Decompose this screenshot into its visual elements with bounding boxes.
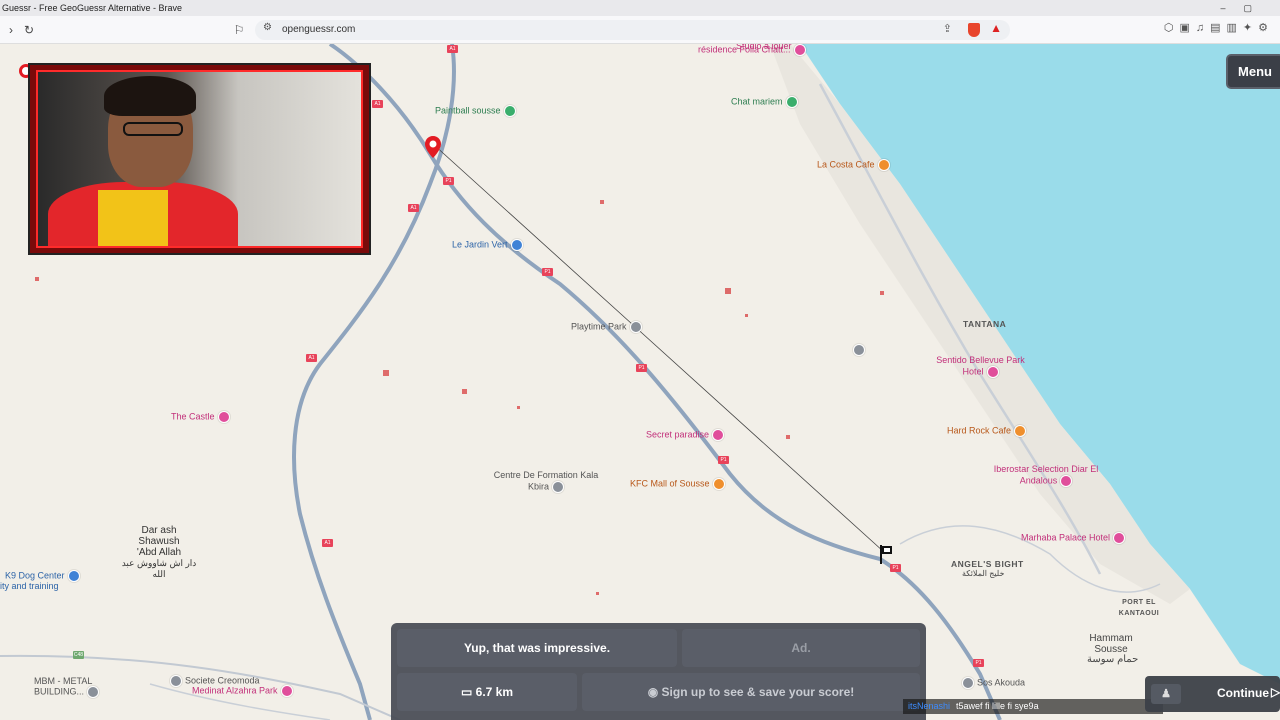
hotel-icon [1060, 475, 1073, 487]
guess-pin-icon [425, 136, 441, 158]
place-hammam-sousse: Hammam Sousse [1089, 633, 1133, 655]
result-panel: Yup, that was impressive. Ad. ▭ 6.7 km ◉… [391, 623, 926, 720]
bookmark-icon[interactable]: ⚐ [230, 21, 248, 39]
extension-icons[interactable]: ⬡▣♫▤▥✦⚙ [1164, 21, 1274, 34]
poi-paintball-sousse[interactable]: Paintball sousse [435, 105, 516, 117]
poi-the-castle[interactable]: The Castle [171, 411, 230, 423]
road-label: P1 [890, 564, 901, 572]
distance-value: 6.7 km [475, 685, 514, 699]
place-angels-bight-ar: خليج الملائكة [962, 569, 1005, 578]
menu-button[interactable]: Menu [1226, 54, 1280, 89]
site-info-icon[interactable]: ⚙ [263, 22, 272, 33]
pegman-icon[interactable]: ♟ [1151, 684, 1181, 704]
road-label: P1 [542, 268, 553, 276]
address-bar[interactable]: ⚙ openguessr.com ⇪ ▲ [255, 20, 1010, 40]
poi-centre-formation[interactable]: Centre De Formation Kala Kbira [490, 470, 602, 493]
poi-k9-sub: ity and training [0, 581, 59, 591]
poi-residence-folla[interactable]: résidence Folla Chatt... [698, 44, 806, 56]
poi-secret-paradise[interactable]: Secret paradise [646, 429, 725, 441]
poi-iberostar[interactable]: Iberostar Selection Diar El Andalous [990, 464, 1102, 487]
hotel-icon [280, 685, 293, 697]
leisure-icon [785, 96, 798, 108]
park-icon [629, 321, 642, 333]
webcam-frame [36, 70, 363, 248]
place-port-el-kantaoui: PORT EL KANTAOUI [1118, 599, 1160, 617]
poi-la-costa-cafe[interactable]: La Costa Cafe [817, 159, 890, 171]
road-label: P1 [973, 659, 984, 667]
poi-kfc-mall[interactable]: KFC Mall of Sousse [630, 478, 725, 490]
streamer-glasses [123, 122, 183, 136]
road-label: P1 [443, 177, 454, 185]
window-title-bar: Guessr - Free GeoGuessr Alternative - Br… [0, 0, 1280, 16]
hotel-icon [217, 411, 230, 423]
url-text[interactable]: openguessr.com [282, 24, 355, 35]
road-label: A1 [408, 204, 419, 212]
shop-icon [510, 239, 523, 251]
road-label: A1 [306, 354, 317, 362]
road-label: P1 [636, 364, 647, 372]
cafe-icon [1014, 425, 1027, 437]
play-icon: ▷ [1271, 685, 1280, 699]
continue-label: Continue [1217, 686, 1269, 700]
poi-medinat-alzahra[interactable]: Medinat Alzahra Park [192, 685, 293, 697]
result-message: Yup, that was impressive. [397, 629, 677, 667]
poi-chat-mariem[interactable]: Chat mariem [731, 96, 798, 108]
screen: Guessr - Free GeoGuessr Alternative - Br… [0, 0, 1280, 720]
place-dar-ash: Dar ash Shawush 'Abd Allah [136, 525, 182, 558]
road-label: P1 [718, 456, 729, 464]
chat-message: t5awef fi lille fi sye9a [956, 701, 1039, 711]
chat-username: itsNenashi [908, 701, 951, 711]
place-hammam-sousse-ar: حمام سوسة [1087, 654, 1139, 665]
actual-location-flag-icon [878, 544, 894, 564]
user-icon: ◉ [647, 685, 662, 699]
factory-icon [170, 675, 182, 687]
place-tantana: TANTANA [963, 319, 1007, 329]
poi-playtime-park[interactable]: Playtime Park [571, 321, 642, 333]
hotel-icon [793, 44, 806, 56]
poi-le-jardin-vert[interactable]: Le Jardin Vert [452, 239, 523, 251]
window-title: Guessr - Free GeoGuessr Alternative - Br… [2, 3, 183, 13]
forward-icon[interactable]: › [2, 21, 20, 39]
leisure-icon [503, 105, 516, 117]
poi-marhaba-palace[interactable]: Marhaba Palace Hotel [1021, 532, 1126, 544]
continue-button[interactable]: ♟ Continue ▷ [1145, 676, 1280, 712]
factory-icon [87, 686, 100, 698]
reload-icon[interactable]: ↻ [20, 21, 38, 39]
stream-chat: itsNenashi t5awef fi lille fi sye9a [903, 699, 1163, 714]
poi-mbm-metal[interactable]: MBM - METAL BUILDING... [34, 676, 114, 698]
rewards-icon[interactable]: ▲ [990, 21, 1002, 35]
restaurant-icon [712, 478, 725, 490]
webcam-overlay [28, 63, 371, 255]
ad-slot: Ad. [682, 629, 920, 667]
distance-readout: ▭ 6.7 km [397, 673, 577, 711]
road-label: A1 [447, 45, 458, 53]
hotel-icon [1113, 532, 1126, 544]
place-dar-ash-ar: دار اش شاووش عبد الله [121, 558, 197, 579]
signup-label: Sign up to see & save your score! [661, 685, 855, 699]
shop-icon [67, 570, 80, 582]
window-controls[interactable]: –▢ [1220, 0, 1270, 16]
ruler-icon: ▭ [460, 685, 476, 699]
share-icon[interactable]: ⇪ [943, 22, 952, 35]
medical-icon [962, 677, 974, 689]
road-label: C48 [73, 651, 84, 659]
streamer-shirt-stripe [98, 190, 168, 246]
streamer-hair [104, 76, 196, 116]
sea-area [800, 44, 1280, 684]
hotel-icon [712, 429, 725, 441]
signup-button[interactable]: ◉ Sign up to see & save your score! [582, 673, 920, 711]
poi-hard-rock-cafe[interactable]: Hard Rock Cafe [947, 425, 1027, 437]
road-label: A1 [322, 539, 333, 547]
poi-sos-akouda[interactable]: Sos Akouda [962, 677, 1025, 689]
poi-sentido-bellevue[interactable]: Sentido Bellevue Park Hotel [933, 355, 1028, 378]
place-icon [853, 344, 865, 356]
brave-shield-icon[interactable] [968, 23, 980, 37]
school-icon [552, 481, 564, 493]
hotel-icon [986, 366, 999, 378]
cafe-icon [877, 159, 890, 171]
road-label: A1 [372, 100, 383, 108]
browser-toolbar: › ↻ ⚐ ⚙ openguessr.com ⇪ ▲ ⬡▣♫▤▥✦⚙ [0, 16, 1280, 44]
